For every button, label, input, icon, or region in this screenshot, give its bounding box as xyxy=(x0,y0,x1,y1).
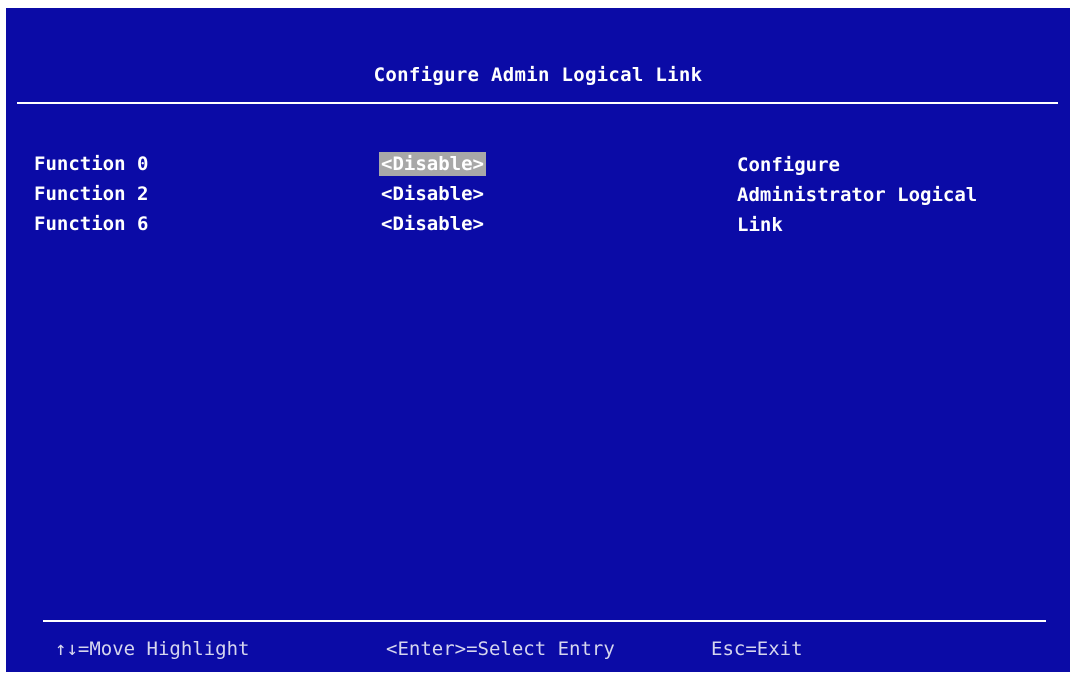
help-line: Link xyxy=(737,214,783,236)
help-panel: Configure Administrator Logical Link xyxy=(737,150,977,240)
function-value-selector[interactable]: <Disable> xyxy=(379,182,486,206)
function-row-0[interactable]: Function 0 <Disable> xyxy=(6,150,706,178)
help-line: Administrator Logical xyxy=(737,184,978,206)
footer-divider xyxy=(43,620,1046,622)
footer-exit-hint: Esc=Exit xyxy=(711,638,803,660)
page-title: Configure Admin Logical Link xyxy=(373,64,703,86)
function-row-6[interactable]: Function 6 <Disable> xyxy=(6,210,706,238)
function-label: Function 0 xyxy=(34,153,149,175)
function-label: Function 2 xyxy=(34,183,149,205)
bios-setup-screen: Configure Admin Logical Link Function 0 … xyxy=(6,8,1070,672)
function-row-2[interactable]: Function 2 <Disable> xyxy=(6,180,706,208)
footer-move-highlight-hint: ↑↓=Move Highlight xyxy=(55,638,250,660)
help-line: Configure xyxy=(737,154,840,176)
function-label: Function 6 xyxy=(34,213,149,235)
function-value-selector[interactable]: <Disable> xyxy=(379,152,486,176)
footer-select-entry-hint: <Enter>=Select Entry xyxy=(386,638,615,660)
title-divider xyxy=(17,102,1058,104)
function-value-selector[interactable]: <Disable> xyxy=(379,212,486,236)
